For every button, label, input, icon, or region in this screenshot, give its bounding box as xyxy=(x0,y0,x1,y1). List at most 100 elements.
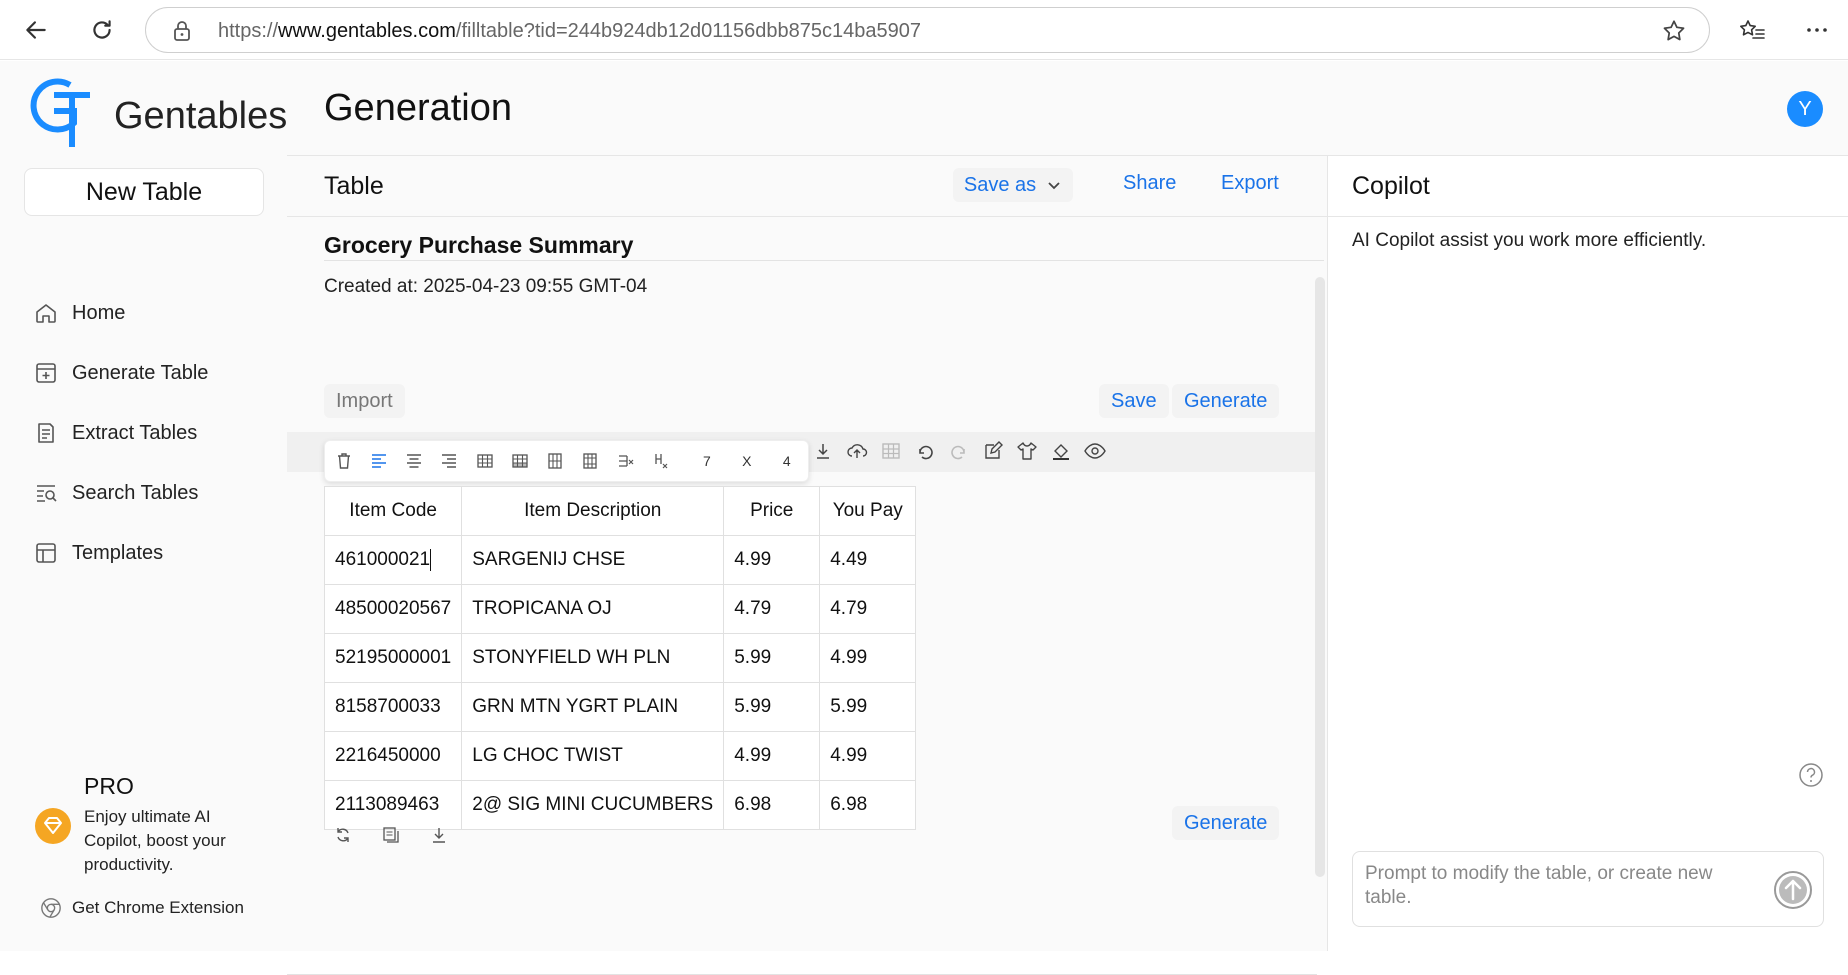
prompt-input[interactable] xyxy=(1365,862,1755,920)
table-cell[interactable]: 6.98 xyxy=(723,780,821,830)
table-cell[interactable]: STONYFIELD WH PLN xyxy=(461,633,725,683)
insert-row-below-icon[interactable] xyxy=(509,450,530,472)
main-area: Generation Y Table Save as Share Export … xyxy=(287,61,1848,975)
table-cell[interactable]: GRN MTN YGRT PLAIN xyxy=(461,682,725,732)
edit-icon[interactable] xyxy=(982,440,1004,462)
table-cell[interactable]: 2@ SIG MINI CUCUMBERS xyxy=(461,780,725,830)
table-cell[interactable]: 461000021 xyxy=(323,535,463,585)
sidebar-item-label: Search Tables xyxy=(72,481,199,504)
help-icon[interactable] xyxy=(1798,762,1824,793)
table-cell[interactable]: 2113089463 xyxy=(323,780,463,830)
more-dots-icon xyxy=(1807,28,1827,32)
insert-row-above-icon[interactable] xyxy=(474,450,495,472)
table-cell[interactable]: 6.98 xyxy=(819,780,917,830)
generate-button[interactable]: Generate xyxy=(1172,384,1280,418)
table-cell[interactable]: 4.49 xyxy=(819,535,917,585)
download-icon[interactable] xyxy=(428,824,450,846)
table-cell[interactable]: TROPICANA OJ xyxy=(461,584,725,634)
table-row: 2113089463 2@ SIG MINI CUCUMBERS 6.98 6.… xyxy=(323,780,917,830)
insert-column-left-icon[interactable] xyxy=(545,450,566,472)
align-right-icon[interactable] xyxy=(439,450,460,472)
table-cell[interactable]: 4.79 xyxy=(819,584,917,634)
sidebar-item-generate-table[interactable]: Generate Table xyxy=(34,353,208,393)
table-cell[interactable]: SARGENIJ CHSE xyxy=(461,535,725,585)
rows-count-input[interactable]: 7 xyxy=(686,453,729,469)
table-cell[interactable]: 5.99 xyxy=(819,682,917,732)
column-header[interactable]: Item Description xyxy=(461,486,725,536)
more-menu-button[interactable] xyxy=(1797,10,1837,50)
align-left-icon[interactable] xyxy=(368,450,389,472)
table-cell[interactable]: 4.99 xyxy=(819,633,917,683)
fill-color-icon[interactable] xyxy=(1050,440,1072,462)
table-row: 2216450000 LG CHOC TWIST 4.99 4.99 xyxy=(323,731,917,781)
delete-table-icon[interactable] xyxy=(333,450,354,472)
text-cursor xyxy=(430,548,432,571)
table-cell[interactable]: 4.79 xyxy=(723,584,821,634)
get-chrome-extension-link[interactable]: Get Chrome Extension xyxy=(40,897,244,919)
table-cell[interactable]: 8158700033 xyxy=(323,682,463,732)
save-as-dropdown[interactable]: Save as xyxy=(953,168,1073,202)
favorites-list-icon xyxy=(1740,20,1765,39)
diamond-badge-icon xyxy=(34,807,72,850)
delete-column-icon[interactable] xyxy=(650,450,671,472)
gentables-logo[interactable]: Gentables xyxy=(24,71,287,151)
share-button[interactable]: Share xyxy=(1123,172,1176,195)
cell-text: 461000021 xyxy=(335,549,431,570)
column-header[interactable]: Item Code xyxy=(323,486,463,536)
table-row: 48500020567 TROPICANA OJ 4.79 4.79 xyxy=(323,584,917,634)
sidebar-item-templates[interactable]: Templates xyxy=(34,533,163,573)
cloud-upload-icon[interactable] xyxy=(846,440,868,462)
table-row: 461000021 SARGENIJ CHSE 4.99 4.49 xyxy=(323,535,917,585)
back-button[interactable] xyxy=(16,10,56,50)
preview-eye-icon[interactable] xyxy=(1084,440,1106,462)
table-cell[interactable]: 5.99 xyxy=(723,682,821,732)
send-arrow-icon[interactable] xyxy=(1773,870,1813,915)
plus-square-icon xyxy=(36,363,56,383)
table-cell[interactable]: 4.99 xyxy=(819,731,917,781)
table-cell[interactable]: 48500020567 xyxy=(323,584,463,634)
refresh-icon[interactable] xyxy=(332,824,354,846)
vertical-scrollbar[interactable] xyxy=(1315,277,1325,877)
save-button[interactable]: Save xyxy=(1099,384,1169,418)
export-button[interactable]: Export xyxy=(1221,172,1279,195)
columns-count-input[interactable]: 4 xyxy=(766,453,809,469)
copilot-description: AI Copilot assist you work more efficien… xyxy=(1352,230,1707,251)
logo-text: Gentables xyxy=(114,95,288,137)
sidebar-item-search-tables[interactable]: Search Tables xyxy=(34,473,198,513)
template-icon xyxy=(36,543,56,563)
page-title: Generation xyxy=(324,87,513,129)
bottom-generate-button[interactable]: Generate xyxy=(1172,806,1280,840)
table-cell[interactable]: 4.99 xyxy=(723,731,821,781)
title-underline xyxy=(324,260,1324,261)
table-cell[interactable]: 52195000001 xyxy=(323,633,463,683)
table-actions xyxy=(332,824,450,846)
table-cell[interactable]: LG CHOC TWIST xyxy=(461,731,725,781)
insert-column-right-icon[interactable] xyxy=(580,450,601,472)
column-header[interactable]: Price xyxy=(723,486,821,536)
redo-icon[interactable] xyxy=(948,440,970,462)
column-header[interactable]: You Pay xyxy=(819,486,917,536)
table-cell[interactable]: 4.99 xyxy=(723,535,821,585)
download-icon[interactable] xyxy=(812,440,834,462)
table-cell[interactable]: 2216450000 xyxy=(323,731,463,781)
table-grid-icon[interactable] xyxy=(880,440,902,462)
favorites-button[interactable] xyxy=(1732,10,1772,50)
sidebar-item-home[interactable]: Home xyxy=(34,293,125,333)
new-table-button[interactable]: New Table xyxy=(24,168,264,216)
undo-icon[interactable] xyxy=(914,440,936,462)
table-row: 52195000001 STONYFIELD WH PLN 5.99 4.99 xyxy=(323,633,917,683)
sidebar-item-extract-tables[interactable]: Extract Tables xyxy=(34,413,197,453)
prompt-box xyxy=(1352,851,1824,927)
copy-icon[interactable] xyxy=(380,824,402,846)
import-button[interactable]: Import xyxy=(324,384,405,418)
shirt-style-icon[interactable] xyxy=(1016,440,1038,462)
delete-row-icon[interactable] xyxy=(615,450,636,472)
avatar[interactable]: Y xyxy=(1787,91,1823,127)
document-title[interactable]: Grocery Purchase Summary xyxy=(324,232,633,259)
address-bar[interactable]: https://www.gentables.com/filltable?tid=… xyxy=(145,7,1710,53)
favorite-star-icon[interactable] xyxy=(1661,18,1687,49)
table-cell[interactable]: 5.99 xyxy=(723,633,821,683)
align-center-icon[interactable] xyxy=(404,450,425,472)
reload-button[interactable] xyxy=(82,10,122,50)
lock-icon xyxy=(172,20,192,47)
